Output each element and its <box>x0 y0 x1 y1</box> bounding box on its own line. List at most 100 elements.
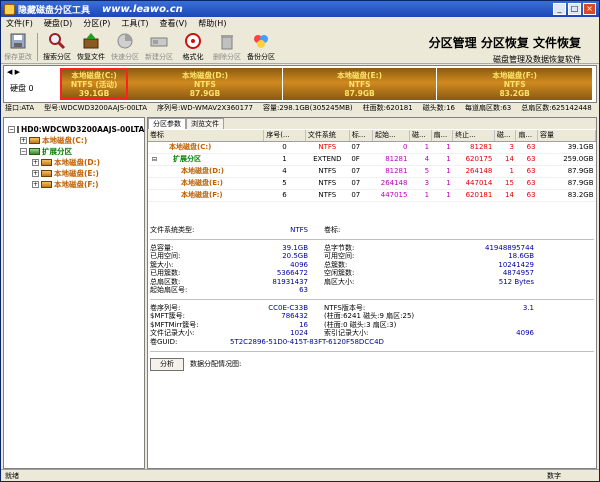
menu-view[interactable]: 查看(V) <box>154 17 193 30</box>
menu-tools[interactable]: 工具(T) <box>116 17 154 30</box>
table-row[interactable]: 本地磁盘(F:) 6 NTFS 07 447015 1 1 620181 14 … <box>148 189 596 202</box>
format-label: 格式化 <box>182 53 204 61</box>
table-row[interactable]: 本地磁盘(C:) 0 NTFS 07 0 1 1 81281 3 63 39.1… <box>148 141 596 154</box>
collapse-icon[interactable]: ⊟ <box>152 156 157 163</box>
recover-files-button[interactable]: 恢复文件 <box>74 30 108 64</box>
cell: 1 <box>431 141 453 154</box>
new-partition-button[interactable]: 新建分区 <box>142 30 176 64</box>
delete-icon <box>218 32 236 50</box>
cell: 0 <box>372 141 410 154</box>
delete-partition-button[interactable]: 删除分区 <box>210 30 244 64</box>
save-changes-button[interactable]: 保存更改 <box>1 30 35 64</box>
disk-interface: 接口:ATA <box>5 104 35 112</box>
col-header[interactable]: 标... <box>349 130 373 142</box>
prop-value: 10241429 <box>498 260 534 269</box>
prop-value: 786432 <box>281 312 308 321</box>
menu-file[interactable]: 文件(F) <box>1 17 39 30</box>
app-icon <box>4 3 15 15</box>
menu-disk[interactable]: 硬盘(D) <box>39 17 78 30</box>
backup-partition-button[interactable]: 备份分区 <box>244 30 278 64</box>
partition-block[interactable]: 本地磁盘(E:) NTFS 87.9GB <box>282 68 438 100</box>
col-header[interactable]: 终止... <box>452 130 495 142</box>
maximize-button[interactable]: □ <box>568 3 581 15</box>
cell: 07 <box>349 165 373 178</box>
col-header[interactable]: 卷标 <box>148 130 265 142</box>
search-partition-label: 搜索分区 <box>43 53 71 61</box>
menu-help[interactable]: 帮助(H) <box>193 17 232 30</box>
row-label: 本地磁盘(F:) <box>181 191 223 199</box>
tree-item-extended[interactable]: − 扩展分区 <box>4 146 144 157</box>
col-header[interactable]: 扇... <box>431 130 454 142</box>
cell: 1 <box>431 177 453 190</box>
disk-cylinders: 柱面数:620181 <box>362 104 413 112</box>
tree-item-volume[interactable]: + 本地磁盘(E:) <box>4 168 144 179</box>
tree-item-disk[interactable]: − HD0:WDCWD3200AAJS-00LTA (2 <box>4 124 156 135</box>
table-row[interactable]: 本地磁盘(D:) 4 NTFS 07 81281 5 1 264148 1 63… <box>148 165 596 178</box>
disk-heads: 磁头数:16 <box>422 104 455 112</box>
format-icon <box>184 32 202 50</box>
prop-value: 20.5GB <box>282 252 308 261</box>
col-header[interactable]: 扇... <box>515 130 539 142</box>
cell: NTFS <box>305 165 350 178</box>
search-partition-button[interactable]: 搜索分区 <box>40 30 74 64</box>
prop-key: 索引记录大小: <box>324 329 369 338</box>
partition-block[interactable]: 本地磁盘(C:) NTFS (活动) 39.1GB <box>60 68 129 100</box>
quick-partition-button[interactable]: 快速分区 <box>108 30 142 64</box>
col-header[interactable]: 起始... <box>372 130 410 142</box>
tree-item-volume[interactable]: + 本地磁盘(C:) <box>4 135 144 146</box>
tab-browse-files[interactable]: 浏览文件 <box>186 118 224 129</box>
partition-block-fs: NTFS (活动) <box>70 79 118 89</box>
format-button[interactable]: 格式化 <box>176 30 210 64</box>
cell: 259.0GB <box>537 153 596 166</box>
data-allocation-label: 数据分配情况图: <box>190 360 242 368</box>
table-row[interactable]: 本地磁盘(E:) 5 NTFS 07 264148 3 1 447014 15 … <box>148 177 596 190</box>
tree-item-volume[interactable]: + 本地磁盘(F:) <box>4 179 144 190</box>
partition-block[interactable]: 本地磁盘(F:) NTFS 83.2GB <box>437 68 593 100</box>
expand-icon[interactable]: + <box>32 170 39 177</box>
cell: 1 <box>431 153 453 166</box>
cell: 620181 <box>452 189 495 202</box>
volume-icon <box>29 137 40 144</box>
banner-title: 分区管理 分区恢复 文件恢复 <box>428 36 581 50</box>
banner-subtitle: 磁盘管理及数据恢复软件 <box>493 55 581 64</box>
col-header[interactable]: 磁... <box>494 130 517 142</box>
partition-block-fs: NTFS <box>194 79 216 89</box>
expand-icon[interactable]: + <box>20 137 27 144</box>
expand-icon[interactable]: + <box>32 159 39 166</box>
cell: 15 <box>494 177 516 190</box>
col-header[interactable]: 文件系统 <box>305 130 350 142</box>
main-window: 隐藏磁盘分区工具 www.leawo.cn _ □ × 文件(F) 硬盘(D) … <box>0 0 600 482</box>
tree-item-label: 扩展分区 <box>42 147 72 156</box>
analyze-button[interactable]: 分析 <box>150 357 184 371</box>
col-header[interactable]: 容量 <box>537 130 596 142</box>
col-header[interactable]: 序号(... <box>263 130 306 142</box>
partition-block-size: 87.9GB <box>344 88 375 98</box>
collapse-icon[interactable]: − <box>8 126 15 133</box>
new-partition-label: 新建分区 <box>145 53 173 61</box>
prop-key: 卷标: <box>324 226 341 235</box>
disk-nav-arrows[interactable]: ◀ ▶ <box>7 68 20 76</box>
title-bar[interactable]: 隐藏磁盘分区工具 www.leawo.cn _ □ × <box>1 1 599 17</box>
prop-key: 卷GUID: <box>150 338 178 346</box>
tab-partition-params[interactable]: 分区参数 <box>148 118 186 129</box>
prop-value: 4096 <box>290 260 308 269</box>
collapse-icon[interactable]: − <box>20 148 27 155</box>
menu-partition[interactable]: 分区(P) <box>78 17 116 30</box>
table-row[interactable]: ⊟ 扩展分区 1 EXTEND 0F 81281 4 1 620175 14 63… <box>148 153 596 166</box>
col-header[interactable]: 磁... <box>409 130 432 142</box>
partition-block-name: 本地磁盘(E:) <box>337 70 383 80</box>
disk-serial: 序列号:WD-WMAV2X360177 <box>156 104 253 112</box>
close-button[interactable]: × <box>583 3 596 15</box>
recover-icon <box>82 32 100 50</box>
cell: 63 <box>515 177 538 190</box>
prop-value: 63 <box>299 286 308 295</box>
cell: 1 <box>431 165 453 178</box>
partition-details-pane: 分区参数 浏览文件 卷标 序号(... 文件系统 标... 起始... 磁...… <box>147 117 597 469</box>
minimize-button[interactable]: _ <box>553 3 566 15</box>
tree-item-volume[interactable]: + 本地磁盘(D:) <box>4 157 144 168</box>
prop-value: 5366472 <box>276 269 308 278</box>
extended-partition-icon <box>29 148 40 155</box>
expand-icon[interactable]: + <box>32 181 39 188</box>
cell: 63 <box>515 165 538 178</box>
partition-block[interactable]: 本地磁盘(D:) NTFS 87.9GB <box>128 68 283 100</box>
